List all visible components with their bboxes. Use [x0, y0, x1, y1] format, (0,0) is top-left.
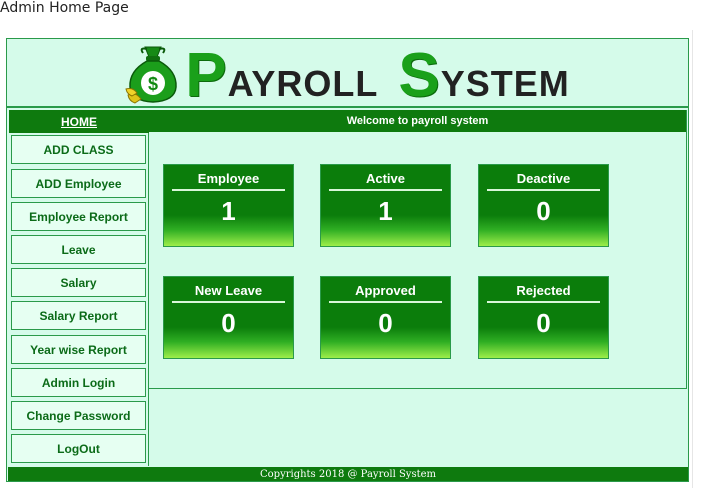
stat-label: Employee	[172, 171, 285, 191]
stat-label: New Leave	[172, 283, 285, 303]
payroll-app-frame: $ PAYROLL SYSTEM HOME ADD CLASS ADD Emplo…	[6, 38, 689, 482]
money-bag-icon: $	[125, 46, 178, 104]
stat-label: Approved	[329, 283, 442, 303]
sidebar-item-home[interactable]: HOME	[9, 110, 149, 133]
sidebar-item-employee-report[interactable]: Employee Report	[11, 202, 146, 231]
stat-value: 1	[221, 196, 236, 226]
logo-title-first-rest: AYROLL	[227, 63, 379, 104]
stat-card-deactive[interactable]: Deactive 0	[478, 164, 609, 247]
sidebar-item-logout[interactable]: LogOut	[11, 434, 146, 463]
sidebar-item-salary-report[interactable]: Salary Report	[11, 301, 146, 330]
stat-value: 0	[221, 308, 236, 338]
sidebar-item-add-class[interactable]: ADD CLASS	[11, 135, 146, 164]
stat-label: Active	[329, 171, 442, 191]
logo-title-second-rest: YSTEM	[440, 63, 570, 104]
stat-value: 1	[378, 196, 393, 226]
stat-value: 0	[536, 196, 551, 226]
sidebar-item-leave[interactable]: Leave	[11, 235, 146, 264]
svg-text:$: $	[148, 74, 158, 94]
sidebar-item-change-password[interactable]: Change Password	[11, 401, 146, 430]
app-logo-title: PAYROLL SYSTEM	[185, 40, 569, 111]
sidebar-item-salary[interactable]: Salary	[11, 268, 146, 297]
sidebar-item-admin-login[interactable]: Admin Login	[11, 368, 146, 397]
stat-card-employee[interactable]: Employee 1	[163, 164, 294, 247]
banner: $ PAYROLL SYSTEM	[7, 39, 688, 111]
stat-card-rejected[interactable]: Rejected 0	[478, 276, 609, 359]
sidebar-item-add-employee[interactable]: ADD Employee	[11, 169, 146, 198]
sidebar-item-year-wise-report[interactable]: Year wise Report	[11, 335, 146, 364]
stat-value: 0	[378, 308, 393, 338]
stat-card-new-leave[interactable]: New Leave 0	[163, 276, 294, 359]
footer-copyright: Copyrights 2018 @ Payroll System	[8, 467, 688, 481]
page-heading: Admin Home Page	[0, 0, 129, 16]
logo-title-second-cap: S	[398, 41, 441, 110]
welcome-banner: Welcome to payroll system	[149, 110, 686, 132]
page-scrollbar[interactable]	[692, 30, 709, 488]
dashboard-content: Welcome to payroll system Employee 1 Act…	[149, 110, 687, 389]
logo-title-first-cap: P	[185, 41, 228, 110]
stat-label: Rejected	[487, 283, 600, 303]
sidebar-nav: HOME ADD CLASS ADD Employee Employee Rep…	[8, 110, 149, 466]
stat-card-approved[interactable]: Approved 0	[320, 276, 451, 359]
stat-card-active[interactable]: Active 1	[320, 164, 451, 247]
stat-value: 0	[536, 308, 551, 338]
stat-label: Deactive	[487, 171, 600, 191]
